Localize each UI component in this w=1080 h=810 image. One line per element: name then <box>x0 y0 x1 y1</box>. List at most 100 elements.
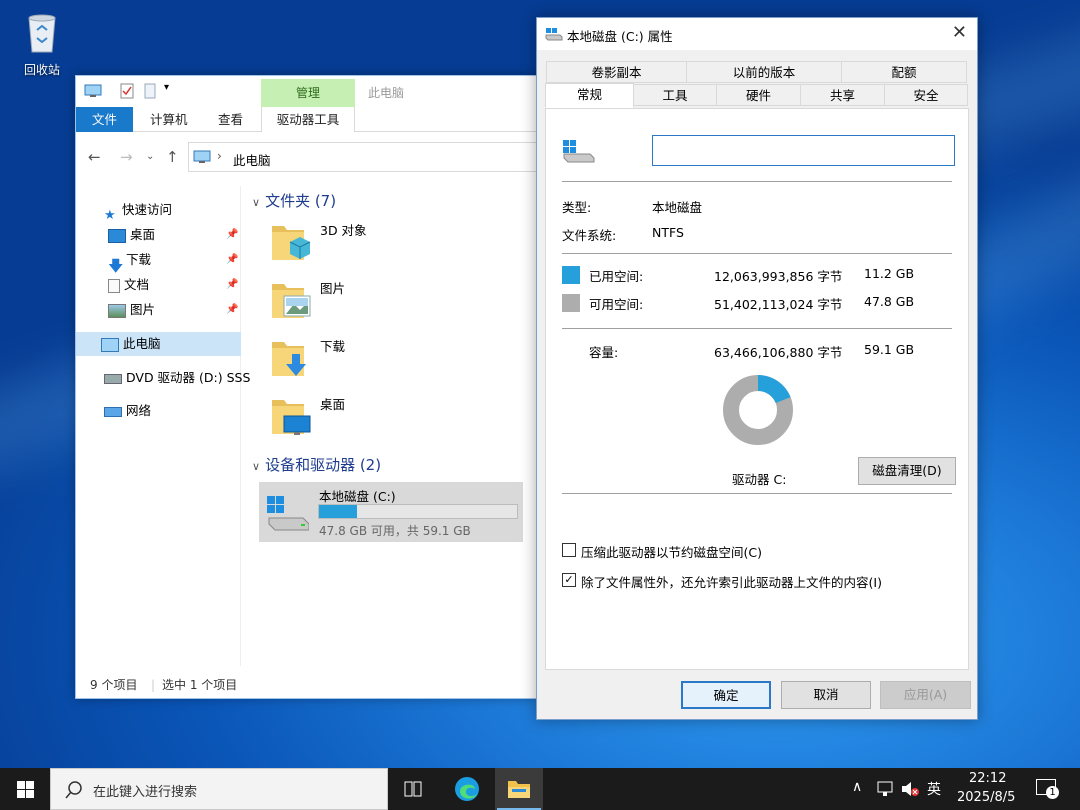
tab-tools[interactable]: 工具 <box>633 84 717 106</box>
desktop-folder-icon <box>272 400 311 435</box>
task-view-icon[interactable] <box>404 780 422 798</box>
type-label: 类型: <box>562 200 592 215</box>
tab-previous-versions[interactable]: 以前的版本 <box>686 61 842 83</box>
tab-shadow-copies[interactable]: 卷影副本 <box>546 61 687 83</box>
folder-label: 图片 <box>320 281 346 296</box>
network-tray-icon[interactable] <box>876 780 896 798</box>
ok-button[interactable]: 确定 <box>681 681 771 709</box>
taskbar-search[interactable]: 在此键入进行搜索 <box>50 768 388 810</box>
group-label: 文件夹 (7) <box>265 192 337 210</box>
pin-icon: 📌 <box>226 304 239 315</box>
drive-c-tile[interactable]: 本地磁盘 (C:) 47.8 GB 可用，共 59.1 GB <box>259 482 523 542</box>
capacity-label: 容量: <box>589 345 619 360</box>
nav-label: 下载 <box>126 252 152 267</box>
edge-icon[interactable] <box>454 776 480 802</box>
start-icon[interactable] <box>17 781 34 798</box>
capacity-size: 59.1 GB <box>864 342 915 357</box>
nav-documents[interactable]: 文档 <box>108 273 149 297</box>
compress-checkbox[interactable] <box>562 543 576 557</box>
new-folder-icon[interactable] <box>144 83 156 99</box>
drive-icon <box>545 28 563 41</box>
nav-downloads[interactable]: 🡇 下载 <box>108 248 152 275</box>
pin-icon: 📌 <box>226 254 239 265</box>
tab-file[interactable]: 文件 <box>76 107 133 132</box>
status-bar: 9 个项目 | 选中 1 个项目 <box>76 672 536 698</box>
up-icon[interactable]: ↑ <box>166 148 179 166</box>
index-checkbox[interactable]: ✓ <box>562 573 576 587</box>
folder-label: 3D 对象 <box>320 223 367 238</box>
divider <box>562 493 952 494</box>
explorer-window: ▾ 管理 此电脑 文件 计算机 查看 驱动器工具 ← → ⌄ ↑ › 此电脑 ★… <box>75 75 537 699</box>
status-divider: | <box>151 678 156 692</box>
explorer-taskbar-button[interactable] <box>495 768 543 810</box>
tab-drive-tools[interactable]: 驱动器工具 <box>261 107 355 132</box>
nav-pictures[interactable]: 图片 <box>108 298 155 322</box>
recent-locations-icon[interactable]: ⌄ <box>146 151 154 162</box>
drive-space-text: 47.8 GB 可用，共 59.1 GB <box>319 524 471 538</box>
group-devices[interactable]: ∨ 设备和驱动器 (2) <box>252 454 381 475</box>
forward-icon[interactable]: → <box>120 148 133 166</box>
folder-3d-objects[interactable]: 3D 对象 <box>270 218 530 268</box>
customize-toolbar-icon[interactable]: ▾ <box>164 82 169 93</box>
this-pc-icon <box>101 337 119 352</box>
tab-general[interactable]: 常规 <box>545 83 634 108</box>
dvd-drive-icon <box>104 373 122 384</box>
clock-time[interactable]: 22:12 <box>969 771 1006 786</box>
volume-label-input[interactable] <box>652 135 955 166</box>
tab-hardware[interactable]: 硬件 <box>716 84 801 106</box>
nav-label: DVD 驱动器 (D:) SSS <box>126 370 251 385</box>
folder-downloads[interactable]: 下载 <box>270 334 530 384</box>
close-icon[interactable]: ✕ <box>952 22 967 43</box>
nav-label: 图片 <box>130 302 156 317</box>
free-space-swatch <box>562 294 580 312</box>
nav-this-pc[interactable]: 此电脑 <box>76 332 241 356</box>
content-pane: ∨ 文件夹 (7) 3D 对象 图片 下载 桌面 ∨ 设备和驱动器 (2) 本地磁盘… <box>246 186 536 666</box>
notification-icon[interactable]: 1 <box>1036 779 1059 799</box>
apply-button[interactable]: 应用(A) <box>880 681 971 709</box>
quick-access-toolbar: ▾ 管理 此电脑 <box>76 76 536 107</box>
recycle-bin[interactable]: 回收站 <box>12 6 72 78</box>
nav-desktop[interactable]: 桌面 <box>108 223 155 247</box>
navigation-pane: ★ 快速访问 桌面 📌 🡇 下载 📌 文档 📌 图片 📌 此电脑 DVD 驱动器 (… <box>76 186 250 666</box>
search-placeholder: 在此键入进行搜索 <box>93 785 198 800</box>
nav-network[interactable]: 网络 <box>104 399 151 423</box>
folder-pictures[interactable]: 图片 <box>270 276 530 326</box>
properties-icon[interactable] <box>120 83 134 99</box>
nav-quick-access[interactable]: ★ 快速访问 <box>104 198 172 223</box>
index-option-label[interactable]: 除了文件属性外，还允许索引此驱动器上文件的内容(I) <box>581 572 882 591</box>
tab-quota[interactable]: 配额 <box>841 61 967 83</box>
compress-option-label[interactable]: 压缩此驱动器以节约磁盘空间(C) <box>581 542 762 561</box>
filesystem-label: 文件系统: <box>562 228 617 243</box>
cancel-button[interactable]: 取消 <box>781 681 871 709</box>
nav-dvd-drive[interactable]: DVD 驱动器 (D:) SSS <box>104 366 250 390</box>
nav-label: 此电脑 <box>123 336 161 351</box>
group-label: 设备和驱动器 (2) <box>265 456 382 474</box>
chevron-down-icon: ∨ <box>252 196 261 209</box>
context-tab-manage[interactable]: 管理 <box>261 79 355 107</box>
taskbar: 在此键入进行搜索 ∧ 英 22:12 2025/8/5 1 <box>0 768 1080 810</box>
clock-date[interactable]: 2025/8/5 <box>957 790 1015 805</box>
dialog-title: 本地磁盘 (C:) 属性 <box>567 29 673 44</box>
divider <box>562 181 952 182</box>
chevron-up-icon[interactable]: ∧ <box>852 779 862 795</box>
tab-security[interactable]: 安全 <box>884 84 968 106</box>
drive-properties-dialog: 本地磁盘 (C:) 属性 ✕ 卷影副本 以前的版本 配额 常规 工具 硬件 共享… <box>536 17 978 720</box>
tab-view[interactable]: 查看 <box>206 107 255 132</box>
free-space-label: 可用空间: <box>589 297 644 312</box>
pin-icon: 📌 <box>226 229 239 240</box>
tab-computer[interactable]: 计算机 <box>138 107 200 132</box>
ime-indicator[interactable]: 英 <box>927 779 941 799</box>
disk-cleanup-button[interactable]: 磁盘清理(D) <box>858 457 956 485</box>
dialog-title-bar: 本地磁盘 (C:) 属性 ✕ <box>537 18 977 50</box>
chevron-down-icon: ∨ <box>252 460 261 473</box>
address-bar[interactable]: › 此电脑 <box>188 142 536 172</box>
back-icon[interactable]: ← <box>88 148 101 166</box>
this-pc-icon <box>193 150 211 163</box>
divider <box>562 253 952 254</box>
group-folders[interactable]: ∨ 文件夹 (7) <box>252 190 336 211</box>
address-text: 此电脑 <box>233 153 271 168</box>
nav-label: 桌面 <box>130 227 156 242</box>
tab-sharing[interactable]: 共享 <box>800 84 885 106</box>
volume-muted-icon[interactable] <box>900 780 920 798</box>
folder-desktop[interactable]: 桌面 <box>270 392 530 442</box>
